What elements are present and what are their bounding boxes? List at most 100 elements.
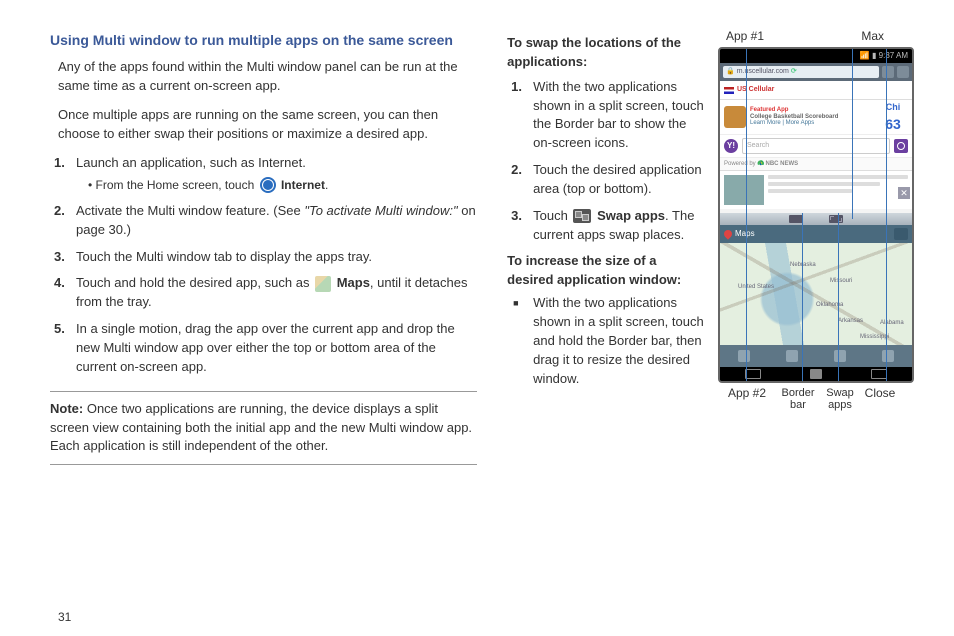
featured-links[interactable]: Learn More | More Apps: [750, 120, 874, 127]
featured-thumb: [724, 106, 746, 128]
phone-screenshot: 📶 ▮ 9:37 AM 🔒 m.uscellular.com ⟳: [718, 47, 914, 383]
yahoo-search-row: Y! Search: [720, 135, 912, 158]
note-body: Once two applications are running, the d…: [50, 401, 472, 454]
maps-profile-icon[interactable]: [882, 350, 894, 362]
bold-label: Maps: [337, 275, 370, 290]
text-run: Activate the Multi window feature. (See: [76, 203, 304, 218]
refresh-icon[interactable]: ⟳: [791, 66, 797, 78]
browser-toolbar: 🔒 m.uscellular.com ⟳: [720, 63, 912, 81]
paragraph: Any of the apps found within the Multi w…: [58, 58, 477, 96]
close-panel-icon[interactable]: ✕: [898, 187, 910, 199]
step-num: 3.: [511, 207, 522, 226]
step-text: In a single motion, drag the app over th…: [76, 321, 455, 374]
paragraph: Once multiple apps are running on the sa…: [58, 106, 477, 144]
callout-row-bottom: App #2 Border bar Swap apps Close: [718, 387, 914, 411]
bookmark-icon[interactable]: [882, 66, 894, 78]
text-run: .: [325, 178, 328, 192]
step-text: Launch an application, such as Internet.: [76, 155, 306, 170]
step-text: With the two applications shown in a spl…: [533, 295, 704, 385]
maps-directions-icon[interactable]: [786, 350, 798, 362]
internet-icon: [260, 177, 276, 193]
text-run: Touch: [533, 208, 571, 223]
subheading: To swap the locations of the application…: [507, 34, 706, 72]
side-number: 63: [878, 114, 908, 134]
maps-header: Maps: [720, 225, 912, 243]
note-block: Note: Once two applications are running,…: [50, 391, 477, 466]
callout-close: Close: [860, 387, 900, 411]
app-region-top-browser[interactable]: 🔒 m.uscellular.com ⟳ US Cellular: [720, 63, 912, 213]
instructions-list: 1. With the two applications shown in a s…: [507, 78, 706, 245]
map-state-label: Mississippi: [860, 333, 889, 342]
search-input[interactable]: Search: [742, 138, 890, 154]
callout-border-bar-2: bar: [776, 399, 820, 411]
carrier-name: US Cellular: [737, 85, 774, 95]
callout-app1: App #1: [718, 30, 805, 43]
step-text: Touch the Multi window tab to display th…: [76, 249, 372, 264]
voice-search-icon[interactable]: [894, 228, 908, 240]
address-bar[interactable]: 🔒 m.uscellular.com ⟳: [723, 66, 879, 78]
status-bar: 📶 ▮ 9:37 AM: [720, 49, 912, 63]
lock-icon: 🔒: [726, 66, 735, 78]
status-time: 9:37 AM: [879, 51, 908, 60]
story-thumb: [724, 175, 764, 205]
url-text: m.uscellular.com: [737, 66, 789, 78]
news-story-row[interactable]: [720, 171, 912, 209]
step-num: 1.: [511, 78, 522, 97]
text-run: Touch and hold the desired app, such as: [76, 275, 313, 290]
featured-label: Featured App: [750, 107, 874, 114]
flag-icon: [724, 87, 734, 94]
page-number: 31: [58, 610, 71, 624]
text-run: From the Home screen, touch: [96, 178, 258, 192]
callout-swap-apps: Swap: [820, 387, 860, 399]
step-text: Touch Swap apps. The current apps swap p…: [533, 208, 694, 242]
menu-icon[interactable]: [745, 369, 761, 379]
maps-toolbar: [720, 345, 912, 367]
map-canvas[interactable]: United States Nebraska Missouri Oklahoma…: [720, 243, 912, 345]
bold-label: Swap apps: [597, 208, 665, 223]
callout-swap-apps-2: apps: [820, 399, 860, 411]
map-state-label: Arkansas: [838, 317, 863, 326]
swap-handle-icon[interactable]: [789, 215, 803, 223]
map-country-label: United States: [738, 283, 774, 292]
featured-title: College Basketball Scoreboard: [750, 114, 874, 121]
android-navbar: [720, 367, 912, 381]
nbc-row: Powered by 🦚 NBC NEWS: [720, 158, 912, 171]
nbc-label: NBC NEWS: [766, 161, 799, 167]
bold-label: Internet: [281, 178, 325, 192]
cross-ref: "To activate Multi window:": [304, 203, 457, 218]
note-label: Note:: [50, 401, 83, 416]
instructions-list: 1. Launch an application, such as Intern…: [50, 154, 477, 377]
section-heading: Using Multi window to run multiple apps …: [50, 30, 477, 50]
app-region-bottom-maps[interactable]: Maps United States Nebraska Missouri Okl…: [720, 225, 912, 367]
carrier-banner: US Cellular: [720, 81, 912, 100]
step-text: Touch the desired application area (top …: [533, 162, 701, 196]
subheading: To increase the size of a desired applic…: [507, 252, 706, 290]
step-num: 1.: [54, 154, 65, 173]
maximize-handle-icon[interactable]: [829, 215, 843, 223]
home-icon[interactable]: [810, 369, 822, 379]
yahoo-icon: Y!: [724, 139, 738, 153]
maps-pin-icon: [722, 229, 733, 240]
callout-max: Max: [805, 30, 914, 43]
map-state-label: Missouri: [830, 277, 852, 286]
step-num: 5.: [54, 320, 65, 339]
featured-app-row[interactable]: Featured App College Basketball Scoreboa…: [720, 100, 912, 135]
nbc-peacock-icon: 🦚: [757, 161, 763, 167]
border-bar[interactable]: [720, 213, 912, 225]
step-num: 3.: [54, 248, 65, 267]
back-icon[interactable]: [871, 369, 887, 379]
story-text: [768, 175, 908, 205]
powered-by-label: Powered by: [724, 161, 757, 167]
map-state-label: Oklahoma: [816, 301, 843, 310]
callout-row-top: App #1 Max: [718, 30, 914, 43]
tabs-icon[interactable]: [897, 66, 909, 78]
maps-title: Maps: [735, 228, 755, 240]
step-text: With the two applications shown in a spl…: [533, 79, 704, 151]
step-text: Touch and hold the desired app, such as …: [76, 275, 467, 309]
maps-explore-icon[interactable]: [834, 350, 846, 362]
maps-search-icon[interactable]: [738, 350, 750, 362]
search-icon[interactable]: [894, 139, 908, 153]
swap-apps-icon: [573, 209, 591, 223]
step-num: 4.: [54, 274, 65, 293]
step-num: 2.: [511, 161, 522, 180]
